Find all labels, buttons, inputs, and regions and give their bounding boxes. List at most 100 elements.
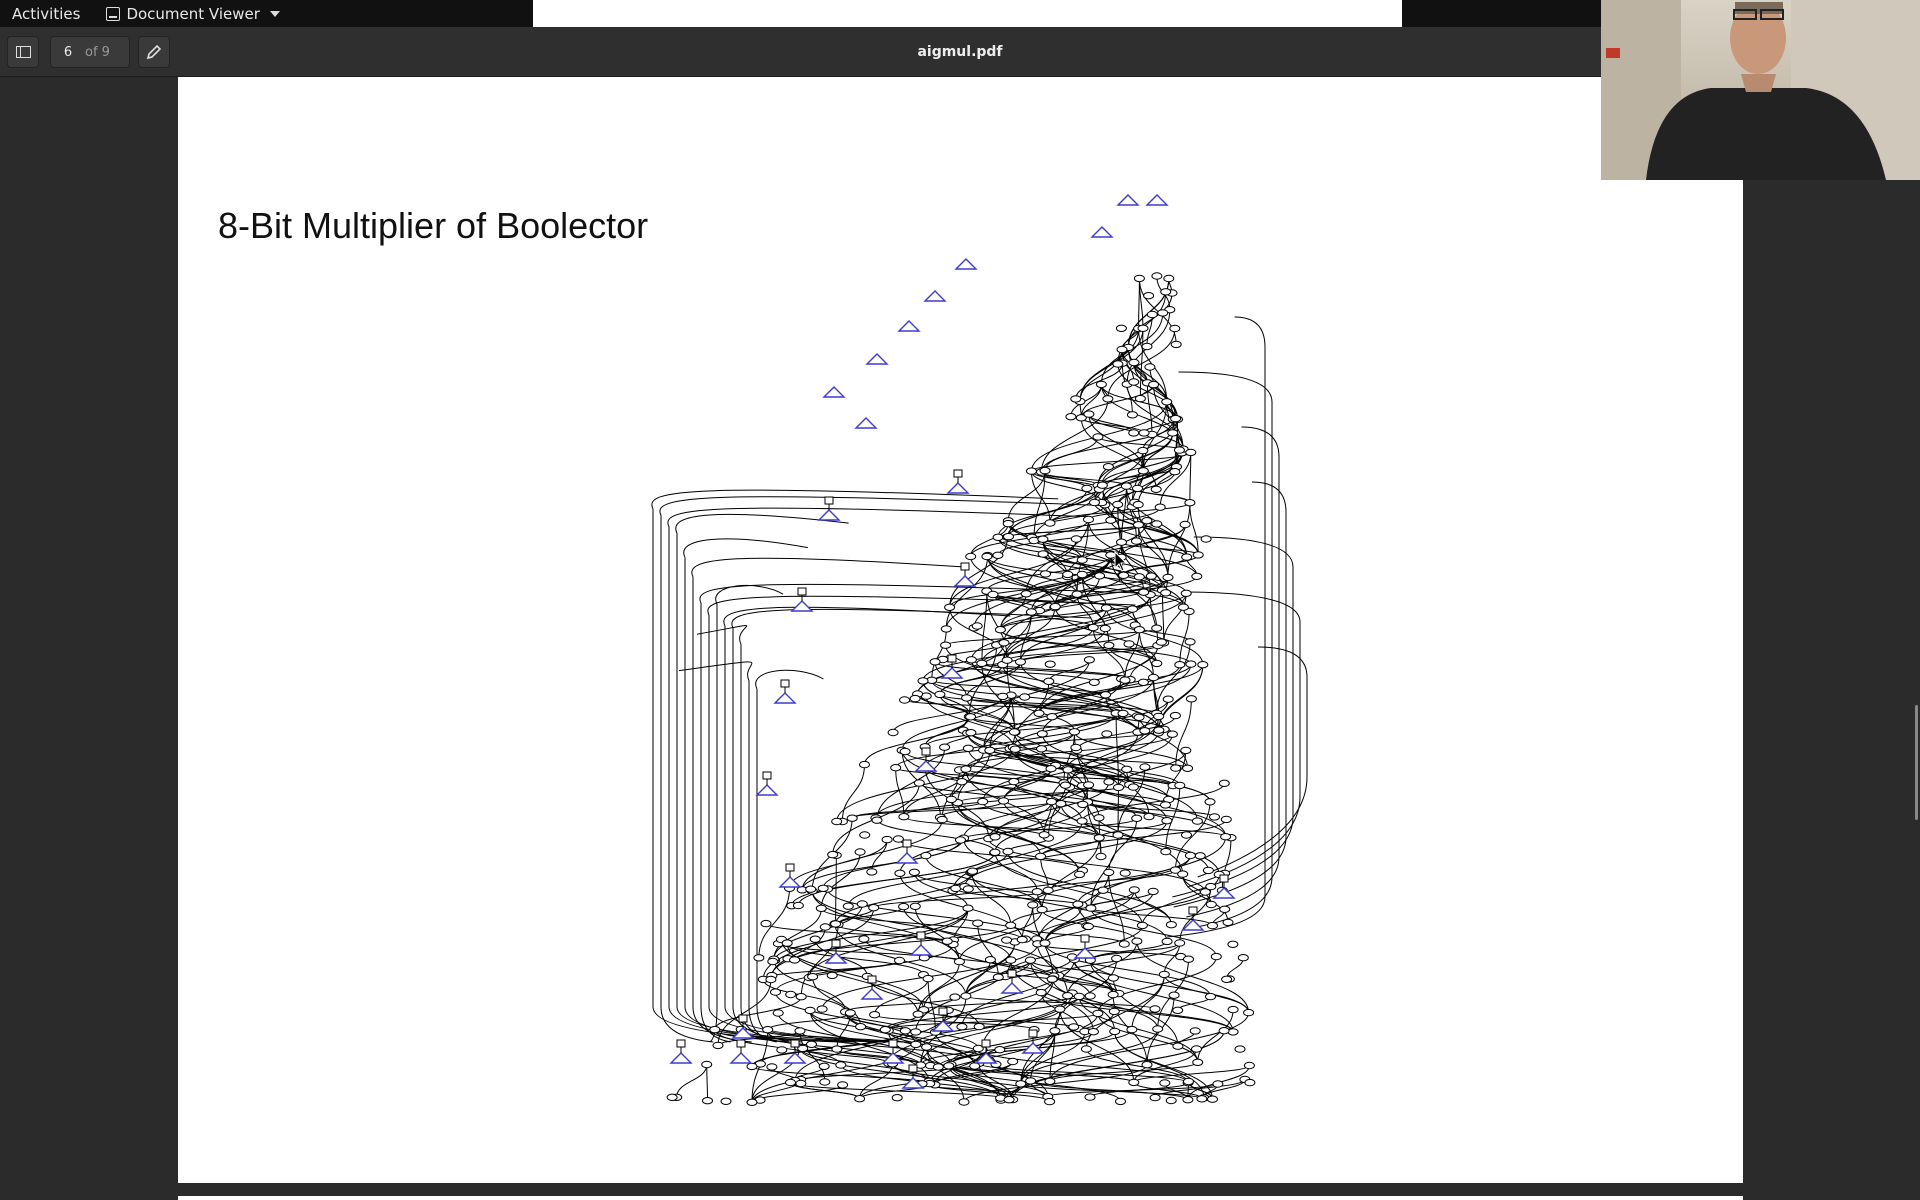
- and-gate-node: [1184, 499, 1196, 507]
- and-gate-node: [1020, 590, 1032, 598]
- and-gate-node: [1172, 1006, 1184, 1014]
- and-gate-node: [1128, 886, 1140, 894]
- and-gate-node: [1044, 1097, 1056, 1106]
- and-gate-node: [1169, 711, 1181, 720]
- output-triangle-node: [783, 1052, 807, 1064]
- input-square-node: [1007, 969, 1017, 978]
- and-gate-node: [1161, 398, 1173, 406]
- and-gate-node: [1189, 1027, 1201, 1035]
- output-triangle-node: [1000, 982, 1024, 994]
- and-gate-node: [1161, 937, 1173, 946]
- and-gate-node: [1205, 992, 1216, 1001]
- input-square-node: [831, 939, 841, 948]
- and-gate-node: [1205, 900, 1217, 909]
- and-gate-node: [1160, 288, 1172, 296]
- and-gate-node: [805, 885, 817, 893]
- activities-button[interactable]: Activities: [0, 5, 92, 23]
- and-gate-node: [1220, 833, 1232, 841]
- page-navigation-entry[interactable]: of 9: [50, 36, 130, 68]
- and-gate-node: [1008, 728, 1020, 736]
- and-gate-node: [1121, 765, 1133, 773]
- chevron-down-icon: [269, 10, 280, 17]
- and-gate-node: [929, 658, 941, 666]
- and-gate-node: [1103, 778, 1115, 786]
- and-gate-node: [830, 920, 842, 928]
- and-gate-node: [1191, 817, 1203, 825]
- and-gate-node: [1062, 992, 1074, 1000]
- and-gate-node: [1043, 677, 1055, 685]
- and-gate-node: [1162, 695, 1174, 703]
- and-gate-node: [1026, 467, 1037, 475]
- and-gate-node: [770, 988, 781, 996]
- and-gate-node: [1152, 1025, 1164, 1033]
- input-square-node: [738, 1014, 748, 1023]
- and-gate-node: [1092, 1009, 1104, 1018]
- and-gate-node: [1005, 921, 1017, 929]
- and-gate-node: [846, 814, 858, 822]
- and-gate-node: [1170, 340, 1182, 349]
- annotate-button[interactable]: [138, 36, 170, 68]
- and-gate-node: [909, 902, 921, 910]
- and-gate-node: [1145, 572, 1157, 580]
- and-gate-node: [1076, 817, 1088, 825]
- and-gate-node: [1128, 429, 1140, 437]
- and-gate-node: [1153, 712, 1165, 721]
- page-number-input[interactable]: [51, 38, 85, 66]
- and-gate-node: [819, 923, 831, 931]
- and-gate-node: [1025, 1077, 1037, 1085]
- output-triangle-node: [865, 353, 889, 365]
- and-gate-node: [1065, 413, 1077, 421]
- and-gate-node: [899, 747, 911, 756]
- and-gate-node: [1127, 605, 1138, 613]
- and-gate-node: [1227, 940, 1239, 948]
- and-gate-node: [1094, 572, 1106, 580]
- and-gate-node: [1184, 851, 1196, 860]
- and-gate-node: [1100, 604, 1112, 612]
- and-gate-node: [1005, 956, 1017, 964]
- and-gate-node: [1159, 1079, 1171, 1087]
- sidebar-toggle-button[interactable]: [7, 36, 39, 68]
- and-gate-node: [1207, 921, 1218, 930]
- and-gate-node: [854, 848, 866, 856]
- and-gate-node: [1177, 603, 1189, 611]
- output-triangle-node: [854, 417, 878, 429]
- output-triangle-node: [778, 876, 802, 888]
- and-gate-node: [890, 764, 902, 772]
- and-gate-node: [892, 835, 904, 843]
- and-gate-node: [1009, 745, 1021, 753]
- and-gate-node: [766, 1063, 778, 1071]
- and-gate-node: [1002, 519, 1014, 528]
- and-gate-node: [992, 973, 1004, 981]
- presenter-video-feed: [1601, 0, 1920, 180]
- and-gate-node: [1183, 955, 1194, 963]
- and-gate-node: [869, 1011, 881, 1019]
- input-square-node: [736, 1039, 746, 1048]
- and-gate-node: [837, 1081, 849, 1089]
- and-gate-node: [1123, 640, 1135, 648]
- and-gate-node: [949, 993, 961, 1001]
- and-gate-node: [804, 1006, 816, 1015]
- and-gate-node: [1083, 515, 1094, 524]
- and-gate-node: [858, 935, 870, 943]
- output-triangle-node: [1145, 194, 1169, 206]
- and-gate-node: [1092, 433, 1104, 441]
- and-gate-node: [1036, 745, 1047, 753]
- and-gate-node: [1192, 1058, 1204, 1066]
- and-gate-node: [1170, 414, 1182, 423]
- and-gate-node: [912, 1010, 924, 1018]
- input-square-node: [785, 863, 795, 872]
- output-triangle-node: [755, 784, 779, 796]
- and-gate-node: [817, 884, 829, 892]
- app-menu-button[interactable]: Document Viewer: [92, 5, 289, 23]
- and-gate-node: [1049, 602, 1061, 611]
- and-gate-node: [989, 833, 1001, 841]
- scrollbar-thumb[interactable]: [1915, 705, 1918, 820]
- and-gate-node: [1120, 482, 1132, 490]
- and-gate-node: [1165, 1096, 1177, 1105]
- and-gate-node: [785, 990, 797, 999]
- and-gate-node: [1134, 394, 1146, 403]
- and-gate-node: [1083, 656, 1095, 664]
- document-view[interactable]: 8-Bit Multiplier of Boolector: [0, 77, 1920, 1200]
- and-gate-node: [1089, 498, 1100, 507]
- and-gate-node: [936, 815, 948, 824]
